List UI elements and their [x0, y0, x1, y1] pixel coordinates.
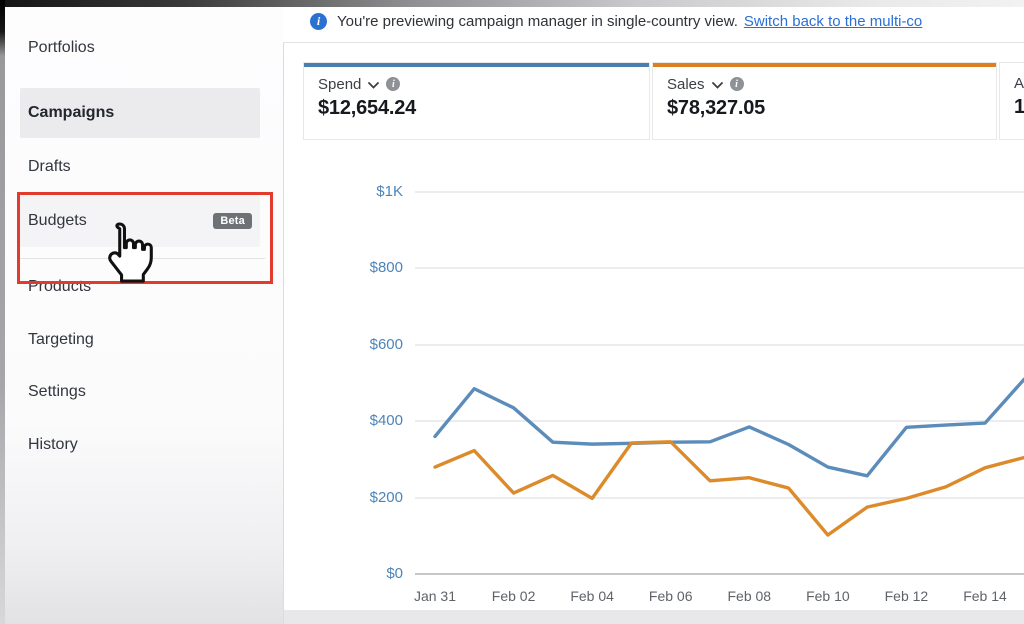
sidebar-item-history[interactable]: History: [20, 427, 260, 463]
sidebar-item-label: Portfolios: [28, 39, 95, 57]
metric-label: A: [1014, 75, 1024, 92]
info-icon[interactable]: i: [386, 77, 400, 91]
sidebar-item-label: History: [28, 436, 78, 454]
info-icon[interactable]: i: [730, 77, 744, 91]
x-axis-tick-label: Feb 04: [557, 588, 627, 604]
gridline: [415, 191, 1024, 193]
metric-card-sales[interactable]: Sales i $78,327.05: [652, 62, 997, 140]
y-axis-tick-label: $200: [333, 489, 403, 506]
x-axis-tick-label: Feb 10: [793, 588, 863, 604]
chevron-down-icon[interactable]: [712, 76, 723, 93]
metric-value: $12,654.24: [318, 97, 649, 120]
sidebar-item-label: Drafts: [28, 158, 71, 176]
x-axis-tick-label: Feb 06: [636, 588, 706, 604]
metric-card-a[interactable]: A1: [999, 62, 1024, 140]
left-edge-strip: [0, 0, 5, 624]
gridline: [415, 344, 1024, 346]
x-axis-tick-label: Feb 02: [479, 588, 549, 604]
top-edge-strip: [0, 0, 1024, 7]
sidebar-item-label: Targeting: [28, 331, 94, 349]
sidebar-nav: Portfolios Campaigns Drafts Budgets Beta Prod…: [0, 0, 284, 624]
metric-value: $78,327.05: [667, 97, 996, 120]
hand-cursor-icon: [98, 218, 156, 288]
info-icon: i: [310, 13, 327, 30]
gridline: [415, 267, 1024, 269]
metric-value: 1: [1014, 96, 1024, 119]
sidebar-item-label: Settings: [28, 383, 86, 401]
y-axis-tick-label: $400: [333, 412, 403, 429]
gridline: [415, 420, 1024, 422]
sidebar-item-drafts[interactable]: Drafts: [20, 149, 260, 185]
banner-message: You're previewing campaign manager in si…: [337, 13, 738, 30]
beta-badge: Beta: [213, 213, 252, 229]
x-axis-tick-label: Feb 08: [714, 588, 784, 604]
sidebar-item-targeting[interactable]: Targeting: [20, 322, 260, 358]
sidebar-item-portfolios[interactable]: Portfolios: [20, 30, 260, 66]
sidebar-item-campaigns[interactable]: Campaigns: [20, 88, 260, 138]
y-axis-tick-label: $0: [333, 565, 403, 582]
metric-label: Spend: [318, 76, 361, 93]
sidebar-item-label: Campaigns: [28, 104, 114, 122]
sidebar-item-label: Budgets: [28, 212, 87, 230]
chevron-down-icon[interactable]: [368, 76, 379, 93]
y-axis-tick-label: $600: [333, 336, 403, 353]
metric-label: Sales: [667, 76, 705, 93]
sidebar-item-settings[interactable]: Settings: [20, 374, 260, 410]
switch-back-link[interactable]: Switch back to the multi-co: [744, 13, 922, 30]
y-axis-tick-label: $1K: [333, 183, 403, 200]
x-axis-tick-label: Jan 31: [400, 588, 470, 604]
x-axis-tick-label: Feb 12: [871, 588, 941, 604]
gridline: [415, 573, 1024, 575]
x-axis-tick-label: Feb 14: [950, 588, 1020, 604]
metric-card-spend[interactable]: Spend i $12,654.24: [303, 62, 650, 140]
gridline: [415, 497, 1024, 499]
sidebar-item-label: Products: [28, 278, 91, 296]
y-axis-tick-label: $800: [333, 259, 403, 276]
